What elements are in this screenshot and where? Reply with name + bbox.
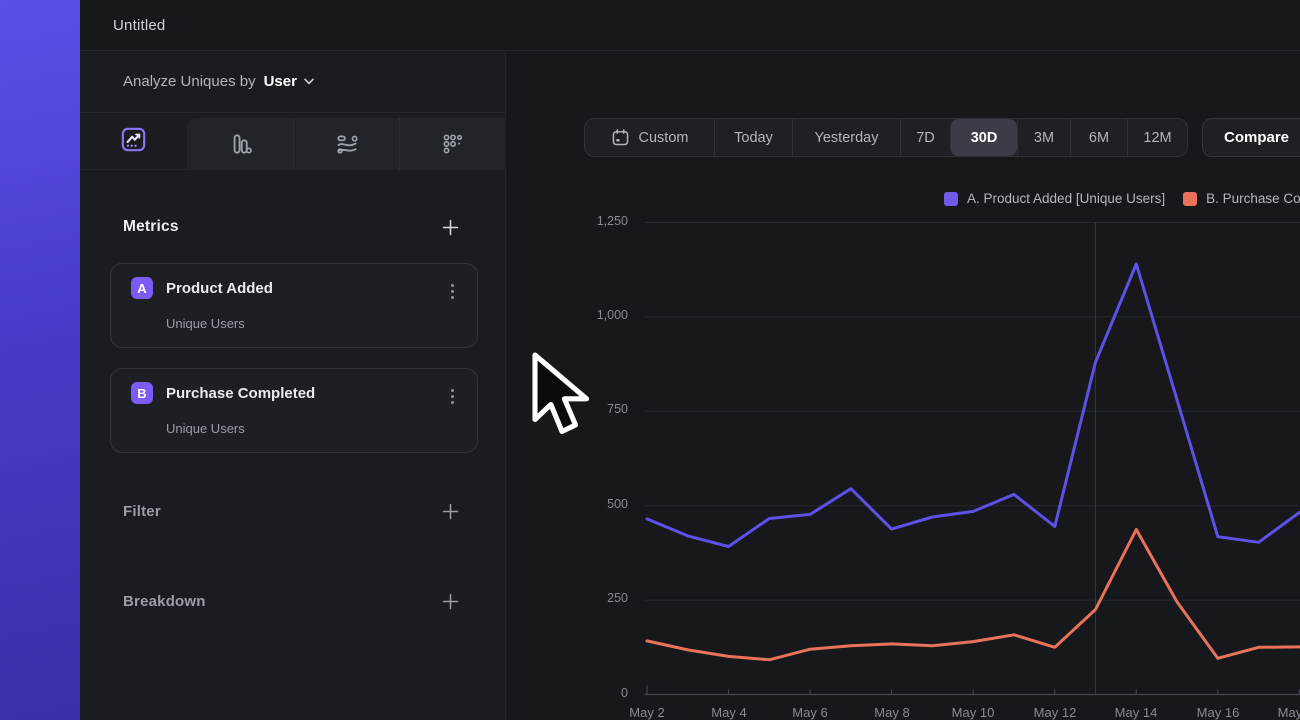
plus-icon: [442, 503, 459, 520]
metric-name: Product Added: [166, 280, 273, 297]
metric-card-product-added[interactable]: A Product Added Unique Users: [110, 263, 478, 348]
chart-type-tabs: [80, 113, 506, 170]
filter-section-row: Filter: [80, 495, 506, 527]
range-today-button[interactable]: Today: [714, 119, 792, 156]
chevron-down-icon: [304, 78, 314, 85]
flows-icon: [334, 131, 360, 157]
analyze-by-row: Analyze Uniques by User: [80, 51, 505, 113]
metric-badge: A: [131, 277, 153, 299]
sidebar: Analyze Uniques by User: [80, 51, 506, 720]
bar-chart-icon: [227, 131, 253, 157]
tab-retention-grid[interactable]: [399, 118, 506, 170]
x-tick-label: May 12: [1020, 705, 1090, 720]
retention-grid-icon: [440, 131, 466, 157]
breakdown-label: Breakdown: [123, 593, 206, 610]
mouse-cursor: [529, 352, 601, 442]
metric-card-purchase-completed[interactable]: B Purchase Completed Unique Users: [110, 368, 478, 453]
y-tick-label: 0: [568, 686, 628, 700]
x-tick-label: May 14: [1101, 705, 1171, 720]
chart-type-tabgroup: [187, 118, 506, 170]
y-tick-label: 250: [568, 591, 628, 605]
range-7d-button[interactable]: 7D: [900, 119, 950, 156]
chart-legend: A. Product Added [Unique Users] B. Purch…: [944, 191, 1300, 206]
add-filter-button[interactable]: [438, 499, 462, 523]
title-bar: Untitled: [80, 0, 1300, 51]
metrics-header-label: Metrics: [123, 218, 179, 236]
calendar-icon: [611, 128, 630, 147]
metric-options-button[interactable]: [445, 284, 459, 304]
app-screen: Untitled Analyze Uniques by User: [0, 0, 1300, 720]
x-tick-label: May 2: [612, 705, 682, 720]
metric-name: Purchase Completed: [166, 385, 315, 402]
analyze-by-label: Analyze Uniques by: [123, 73, 256, 90]
tab-flows[interactable]: [293, 118, 400, 170]
metric-subtitle: Unique Users: [166, 316, 245, 331]
filter-label: Filter: [123, 503, 161, 520]
tab-bar-chart[interactable]: [187, 118, 293, 170]
tab-line-chart[interactable]: [80, 113, 187, 165]
metric-badge: B: [131, 382, 153, 404]
x-tick-label: May 18: [1264, 705, 1300, 720]
x-tick-label: May 6: [775, 705, 845, 720]
legend-swatch-orange: [1183, 192, 1197, 206]
plus-icon: [442, 219, 459, 236]
page-title: Untitled: [113, 17, 165, 34]
range-yesterday-button[interactable]: Yesterday: [792, 119, 900, 156]
y-tick-label: 1,250: [568, 214, 628, 228]
x-tick-label: May 8: [857, 705, 927, 720]
line-chart-icon: [120, 126, 147, 153]
compare-button[interactable]: Compare: [1202, 118, 1300, 157]
legend-item-product-added: A. Product Added [Unique Users]: [944, 191, 1165, 206]
plus-icon: [442, 593, 459, 610]
y-tick-label: 750: [568, 402, 628, 416]
y-tick-label: 500: [568, 497, 628, 511]
breakdown-section-row: Breakdown: [80, 585, 506, 617]
desktop-background: [0, 0, 80, 720]
x-tick-label: May 16: [1183, 705, 1253, 720]
range-3m-button[interactable]: 3M: [1017, 119, 1070, 156]
legend-item-purchase-completed: B. Purchase Completed [Unique Users]: [1183, 191, 1300, 206]
range-30d-button[interactable]: 30D: [950, 119, 1017, 156]
analyze-by-dropdown[interactable]: User: [264, 73, 314, 90]
metrics-section-header: Metrics: [80, 211, 506, 243]
range-12m-button[interactable]: 12M: [1127, 119, 1187, 156]
date-range-control: Custom Today Yesterday 7D 30D 3M 6M 12M: [584, 118, 1188, 157]
y-tick-label: 1,000: [568, 308, 628, 322]
range-custom-button[interactable]: Custom: [585, 119, 714, 156]
metric-options-button[interactable]: [445, 389, 459, 409]
range-6m-button[interactable]: 6M: [1070, 119, 1127, 156]
x-tick-label: May 10: [938, 705, 1008, 720]
x-tick-label: May 4: [694, 705, 764, 720]
metric-subtitle: Unique Users: [166, 421, 245, 436]
legend-swatch-purple: [944, 192, 958, 206]
analyze-by-value: User: [264, 73, 297, 90]
add-breakdown-button[interactable]: [438, 589, 462, 613]
add-metric-button[interactable]: [438, 215, 462, 239]
